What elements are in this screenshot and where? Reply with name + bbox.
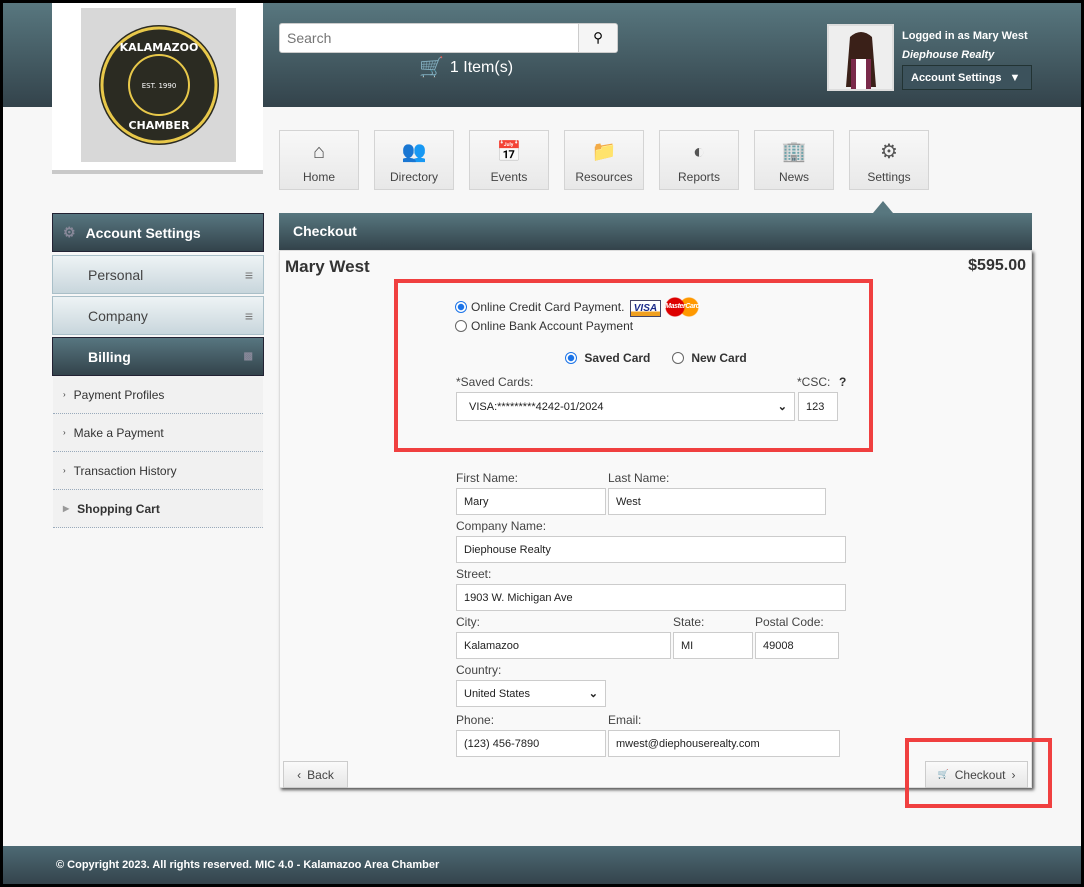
chevron-down-icon: ⌄ bbox=[588, 688, 598, 700]
nav-label: Reports bbox=[677, 170, 721, 184]
sidebar-title: ⚙ Account Settings bbox=[52, 213, 264, 252]
svg-text:KALAMAZOO: KALAMAZOO bbox=[119, 41, 198, 54]
phone-label: Phone: bbox=[456, 713, 495, 727]
first-name-label: First Name: bbox=[456, 471, 519, 485]
nav-label: Home bbox=[302, 170, 335, 184]
search-icon: ⚲ bbox=[593, 30, 603, 45]
logo-box[interactable]: KALAMAZOO EST. 1990 CHAMBER bbox=[52, 3, 263, 170]
search-box: ⚲ bbox=[279, 23, 618, 53]
sidebar-item-payment-profiles[interactable]: › Payment Profiles bbox=[53, 376, 263, 414]
search-button[interactable]: ⚲ bbox=[578, 24, 617, 52]
state-label: State: bbox=[673, 615, 705, 629]
search-input[interactable] bbox=[280, 24, 578, 52]
company-input[interactable]: Diephouse Realty bbox=[456, 536, 846, 563]
nav-directory[interactable]: 👥 Directory bbox=[374, 130, 454, 190]
nav-label: Settings bbox=[867, 170, 911, 184]
email-label: Email: bbox=[608, 713, 642, 727]
home-icon: ⌂ bbox=[312, 141, 326, 163]
avatar[interactable] bbox=[827, 24, 894, 91]
cart-link[interactable]: 🛒 1 Item(s) bbox=[419, 55, 513, 80]
nav-home[interactable]: ⌂ Home bbox=[279, 130, 359, 190]
grid-icon: ▩ bbox=[243, 351, 253, 362]
company-label: Company Name: bbox=[456, 519, 547, 533]
postal-input[interactable]: 49008 bbox=[755, 632, 839, 659]
highlight-payment-method bbox=[394, 279, 873, 452]
last-name-input[interactable]: West bbox=[608, 488, 826, 515]
logged-in-text: Logged in as Mary West bbox=[902, 30, 1028, 42]
checkout-header: Checkout bbox=[279, 213, 1032, 250]
nav-news[interactable]: 🏢 News bbox=[754, 130, 834, 190]
last-name-label: Last Name: bbox=[608, 471, 670, 485]
sidebar-item-transaction-history[interactable]: › Transaction History bbox=[53, 452, 263, 490]
chevron-right-icon: › bbox=[63, 390, 66, 399]
menu-icon: ≡ bbox=[244, 307, 253, 324]
svg-text:EST. 1990: EST. 1990 bbox=[141, 82, 176, 90]
building-icon: 🏢 bbox=[781, 141, 807, 163]
total-amount: $595.00 bbox=[968, 257, 1026, 274]
svg-text:CHAMBER: CHAMBER bbox=[128, 119, 190, 132]
gear-icon: ⚙ bbox=[880, 141, 898, 163]
active-nav-pointer bbox=[873, 201, 893, 213]
nav-label: Events bbox=[490, 170, 528, 184]
chart-icon: ◐ bbox=[692, 141, 706, 163]
menu-icon: ≡ bbox=[244, 266, 253, 283]
nav-label: Resources bbox=[575, 170, 633, 184]
street-label: Street: bbox=[456, 567, 492, 581]
caret-right-icon: ▶ bbox=[63, 504, 70, 513]
phone-input[interactable]: (123) 456-7890 bbox=[456, 730, 606, 757]
state-input[interactable]: MI bbox=[673, 632, 753, 659]
sidebar-item-personal[interactable]: Personal ≡ bbox=[52, 255, 264, 294]
nav-resources[interactable]: 📁 Resources bbox=[564, 130, 644, 190]
chevron-left-icon: ‹ bbox=[297, 767, 302, 782]
gear-icon: ⚙ bbox=[63, 224, 76, 240]
nav-label: Directory bbox=[389, 170, 438, 184]
nav-label: News bbox=[778, 170, 809, 184]
country-label: Country: bbox=[456, 663, 502, 677]
nav-settings[interactable]: ⚙ Settings bbox=[849, 130, 929, 190]
chevron-right-icon: › bbox=[63, 466, 66, 475]
footer: © Copyright 2023. All rights reserved. M… bbox=[3, 846, 1081, 884]
people-icon: 👥 bbox=[401, 141, 427, 163]
chevron-down-icon: ▼ bbox=[1009, 71, 1021, 84]
user-info: Logged in as Mary West Diephouse Realty … bbox=[902, 26, 1032, 90]
sidebar-item-company[interactable]: Company ≡ bbox=[52, 296, 264, 335]
city-label: City: bbox=[456, 615, 480, 629]
account-settings-dropdown[interactable]: Account Settings ▼ bbox=[902, 65, 1032, 90]
folder-icon: 📁 bbox=[591, 141, 617, 163]
sidebar-item-shopping-cart[interactable]: ▶ Shopping Cart bbox=[53, 490, 263, 528]
calendar-icon: 📅 bbox=[496, 141, 522, 163]
user-company: Diephouse Realty bbox=[902, 49, 995, 61]
cart-icon: 🛒 bbox=[419, 57, 444, 79]
chamber-logo: KALAMAZOO EST. 1990 CHAMBER bbox=[81, 8, 236, 162]
street-input[interactable]: 1903 W. Michigan Ave bbox=[456, 584, 846, 611]
email-input[interactable]: mwest@diephouserealty.com bbox=[608, 730, 840, 757]
first-name-input[interactable]: Mary bbox=[456, 488, 606, 515]
nav-reports[interactable]: ◐ Reports bbox=[659, 130, 739, 190]
sidebar-item-make-payment[interactable]: › Make a Payment bbox=[53, 414, 263, 452]
postal-label: Postal Code: bbox=[755, 615, 824, 629]
city-input[interactable]: Kalamazoo bbox=[456, 632, 671, 659]
customer-name: Mary West bbox=[285, 257, 370, 276]
cart-count: 1 Item(s) bbox=[449, 58, 514, 76]
country-select[interactable]: United States ⌄ bbox=[456, 680, 606, 707]
highlight-checkout-button bbox=[905, 738, 1052, 808]
back-button[interactable]: ‹ Back bbox=[283, 761, 348, 788]
chevron-right-icon: › bbox=[63, 428, 66, 437]
sidebar-item-billing[interactable]: Billing ▩ bbox=[52, 337, 264, 376]
page: KALAMAZOO EST. 1990 CHAMBER ⚲ 🛒 1 Item(s)… bbox=[3, 3, 1081, 884]
nav-events[interactable]: 📅 Events bbox=[469, 130, 549, 190]
